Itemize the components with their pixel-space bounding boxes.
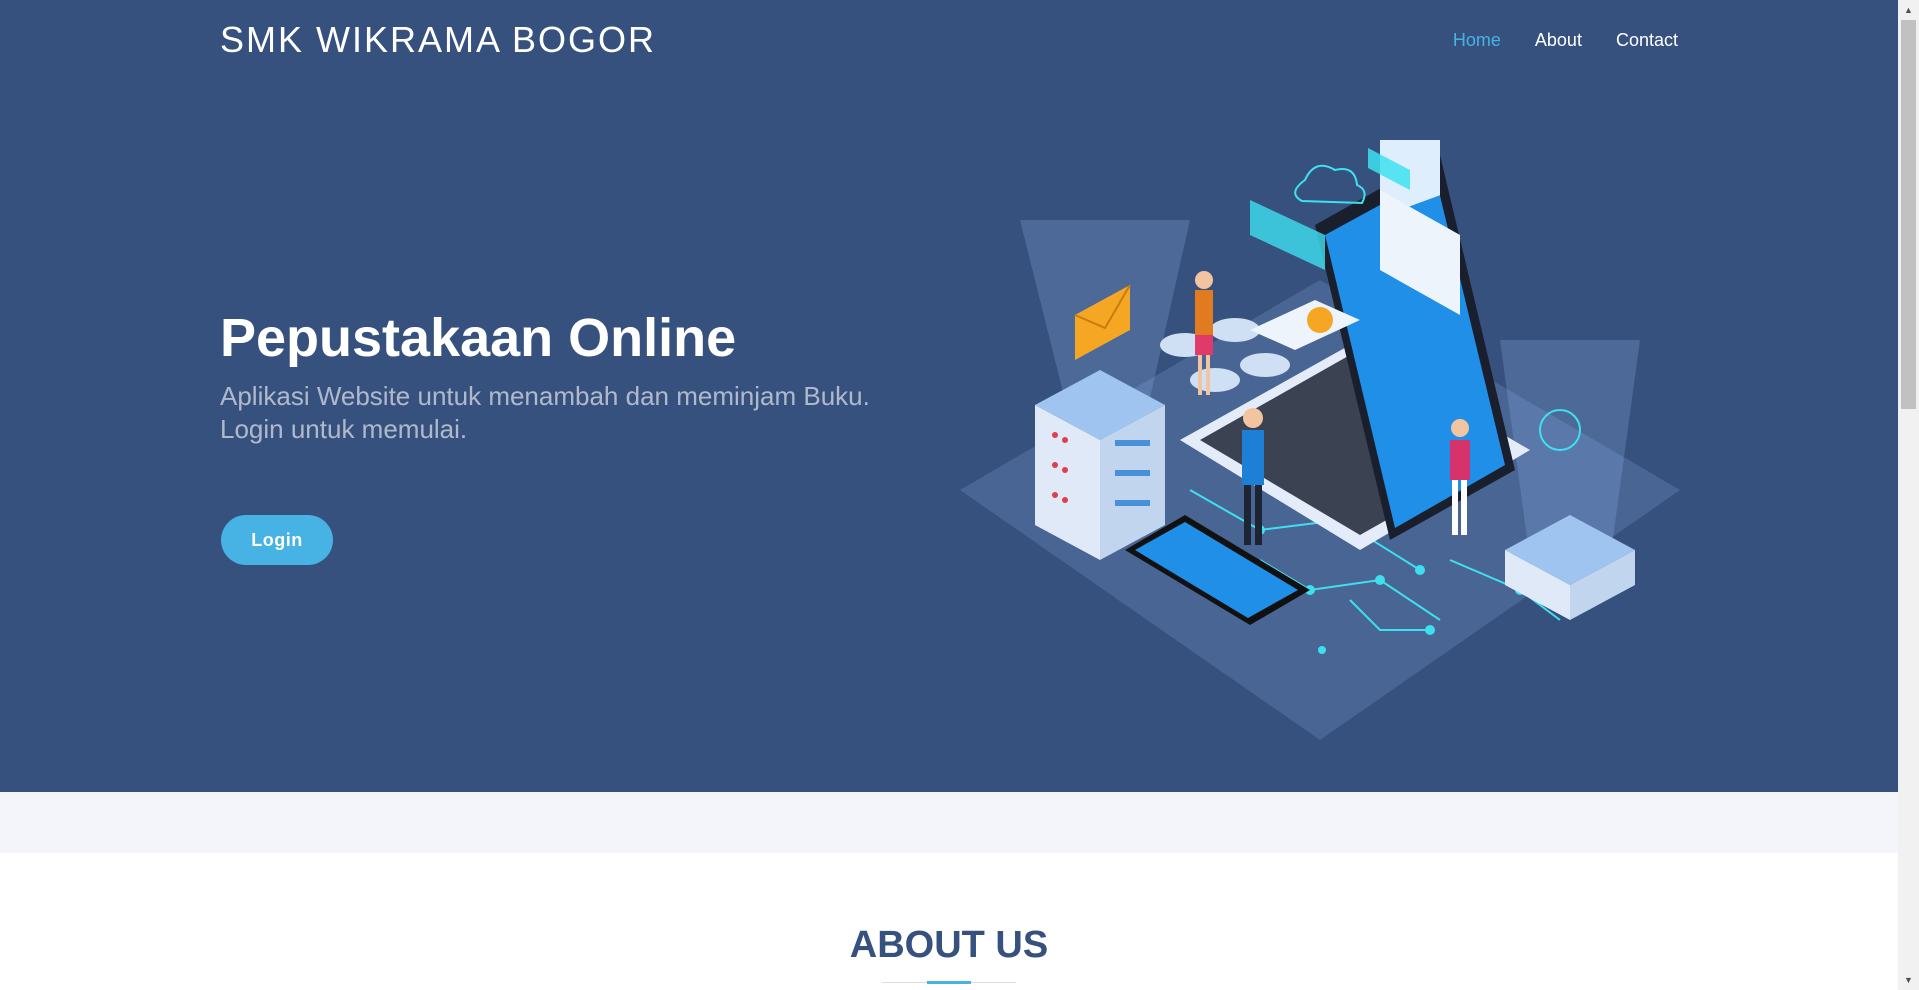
browser-viewport: SMK WIKRAMA BOGOR Home About Contact Pep…	[0, 0, 1919, 990]
nav-contact-link[interactable]: Contact	[1616, 28, 1678, 52]
floating-card	[1250, 200, 1325, 270]
triangle-down-icon[interactable]: ▼	[1898, 971, 1919, 989]
main-nav: Home About Contact	[1453, 28, 1678, 52]
hero-section: SMK WIKRAMA BOGOR Home About Contact Pep…	[0, 0, 1898, 792]
server-rack-left	[1035, 370, 1165, 560]
hero-illustration	[960, 140, 1680, 740]
hero-subtitle: Aplikasi Website untuk menambah dan memi…	[220, 381, 870, 444]
nav-home-link[interactable]: Home	[1453, 28, 1501, 52]
triangle-up-icon[interactable]: ▲	[1898, 1, 1919, 19]
pie-chart-icon	[1307, 307, 1333, 333]
login-button[interactable]: Login	[221, 515, 333, 565]
title-underline-accent	[927, 981, 971, 984]
vertical-scrollbar[interactable]: ▲ ▼	[1898, 0, 1919, 990]
nav-about-link[interactable]: About	[1535, 28, 1582, 52]
cloud-icon	[1294, 164, 1366, 205]
page: SMK WIKRAMA BOGOR Home About Contact Pep…	[0, 0, 1898, 990]
about-section: ABOUT US	[0, 853, 1898, 990]
section-divider-strip	[0, 792, 1898, 853]
scrollbar-thumb[interactable]	[1901, 20, 1916, 409]
brand-logo[interactable]: SMK WIKRAMA BOGOR	[220, 18, 656, 62]
about-title: ABOUT US	[849, 924, 1049, 966]
hero-title: Pepustakaan Online	[220, 308, 737, 368]
